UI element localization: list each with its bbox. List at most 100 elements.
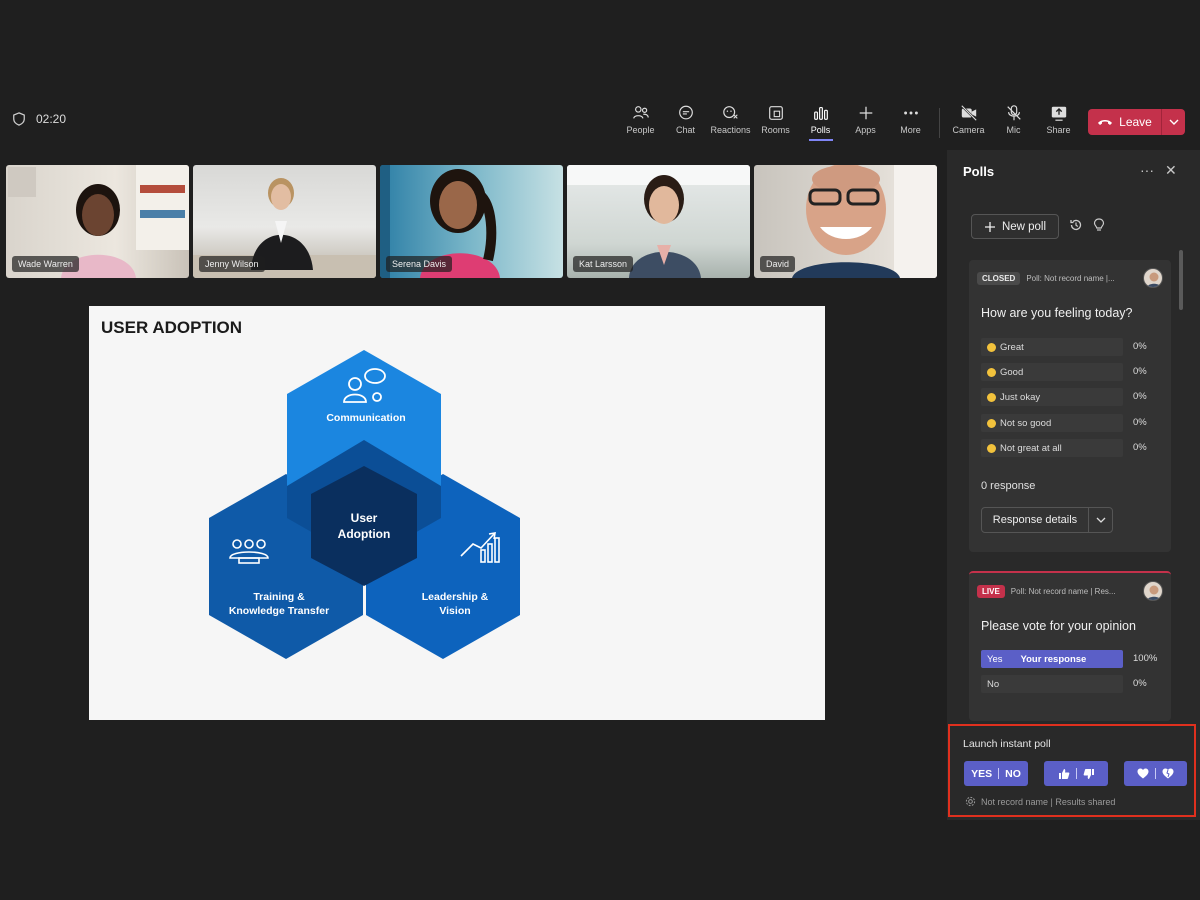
participant-name: Jenny Wilson (199, 256, 265, 272)
camera-button[interactable]: Camera (946, 104, 991, 141)
response-details-dropdown[interactable] (1088, 508, 1112, 532)
lightbulb-icon[interactable] (1093, 218, 1105, 232)
thumbs-poll-button[interactable] (1044, 761, 1108, 786)
participant-name: David (760, 256, 796, 272)
poll-option: Not so good (981, 414, 1123, 432)
response-details-group: Response details (981, 507, 1113, 533)
poll-option-percent: 0% (1133, 341, 1147, 352)
toolbar-divider (939, 108, 940, 138)
close-icon[interactable]: ✕ (1165, 162, 1177, 179)
poll-option-percent: 100% (1133, 653, 1158, 664)
polls-panel: Polls ··· ✕ New poll CLOSED Poll: Not re… (947, 150, 1200, 820)
leadership-label-line2: Vision (439, 605, 470, 617)
poll-option-percent: 0% (1133, 678, 1147, 689)
more-label: More (900, 125, 921, 135)
reactions-button[interactable]: Reactions (708, 104, 753, 141)
people-button[interactable]: People (618, 104, 663, 141)
share-button[interactable]: Share (1036, 104, 1081, 141)
avatar (1143, 268, 1163, 288)
participant-gallery: Wade Warren Jenny Wilson Serena Davis Ka… (6, 165, 937, 278)
status-badge: LIVE (977, 585, 1005, 598)
thumbs-down-icon (1083, 768, 1094, 779)
avatar (1143, 581, 1163, 601)
training-label-line1: Training & (253, 591, 305, 603)
timer-text: 02:20 (36, 112, 67, 126)
mic-button[interactable]: Mic (991, 104, 1036, 141)
mic-label: Mic (1006, 125, 1021, 135)
participant-tile[interactable]: Jenny Wilson (193, 165, 376, 278)
emoji-icon (987, 443, 996, 453)
polls-label: Polls (810, 125, 831, 135)
poll-header: LIVE Poll: Not record name | Res... (977, 585, 1116, 598)
rooms-button[interactable]: Rooms (753, 104, 798, 141)
poll-meta: Poll: Not record name | Res... (1010, 587, 1116, 596)
training-label-line2: Knowledge Transfer (229, 605, 329, 617)
response-count: 0 response (981, 480, 1036, 492)
poll-option-percent: 0% (1133, 442, 1147, 453)
response-details-button[interactable]: Response details (982, 508, 1088, 532)
broken-heart-icon (1162, 768, 1174, 779)
poll-option[interactable]: No (981, 675, 1123, 693)
shared-presentation[interactable]: USER ADOPTION Communication User Adoptio… (89, 306, 825, 720)
participant-tile[interactable]: Serena Davis (380, 165, 563, 278)
emoji-icon (987, 342, 996, 352)
emoji-icon (987, 367, 996, 377)
reactions-icon (722, 106, 738, 119)
people-label: People (626, 125, 655, 135)
camera-off-icon (960, 105, 977, 121)
polls-icon (813, 107, 828, 120)
history-icon[interactable] (1069, 218, 1083, 232)
participant-name: Kat Larsson (573, 256, 634, 272)
poll-option-percent: 0% (1133, 366, 1147, 377)
chat-button[interactable]: Chat (663, 104, 708, 141)
poll-header: CLOSED Poll: Not record name |... (977, 272, 1115, 285)
active-tab-indicator (808, 139, 833, 141)
chat-icon (678, 105, 693, 120)
leave-button-group: Leave (1088, 109, 1185, 135)
more-button[interactable]: More (888, 104, 933, 141)
instant-poll-title: Launch instant poll (963, 738, 1051, 750)
leave-options-button[interactable] (1161, 109, 1185, 135)
participant-name: Wade Warren (12, 256, 79, 272)
phone-hangup-icon (1098, 120, 1113, 125)
hearts-poll-button[interactable] (1124, 761, 1187, 786)
polls-button[interactable]: Polls (798, 104, 843, 141)
more-icon (903, 111, 918, 115)
instant-poll-footer: Not record name | Results shared (981, 796, 1116, 807)
emoji-icon (987, 418, 996, 428)
poll-option-percent: 0% (1133, 417, 1147, 428)
participant-name: Serena Davis (386, 256, 453, 272)
new-poll-label: New poll (1001, 220, 1047, 233)
instant-poll-settings[interactable]: Not record name | Results shared (965, 796, 1115, 807)
adoption-diagram: Communication User Adoption Training & K… (209, 350, 520, 659)
plus-icon (859, 106, 872, 120)
poll-option-selected[interactable]: Yes Your response (981, 650, 1123, 668)
poll-question: How are you feeling today? (981, 306, 1133, 320)
poll-option-percent: 0% (1133, 391, 1147, 402)
panel-title: Polls (963, 164, 995, 179)
heart-icon (1137, 768, 1149, 779)
yes-no-poll-button[interactable]: YES NO (964, 761, 1028, 786)
participant-tile[interactable]: Kat Larsson (567, 165, 750, 278)
chevron-down-icon (1096, 517, 1105, 523)
gear-icon (965, 796, 976, 807)
leave-button[interactable]: Leave (1088, 109, 1161, 135)
more-options-icon[interactable]: ··· (1140, 162, 1154, 178)
status-badge: CLOSED (977, 272, 1021, 285)
leadership-label-line1: Leadership & (422, 591, 489, 603)
meeting-top-bar: 02:20 People Chat Reactions Rooms Polls (0, 100, 1200, 146)
center-label-line2: Adoption (338, 527, 391, 541)
scrollbar[interactable] (1179, 250, 1183, 310)
leave-label: Leave (1119, 115, 1152, 129)
participant-tile[interactable]: Wade Warren (6, 165, 189, 278)
mic-off-icon (1006, 105, 1021, 121)
apps-label: Apps (855, 125, 876, 135)
chat-label: Chat (675, 125, 695, 135)
poll-meta: Poll: Not record name |... (1026, 274, 1115, 283)
center-label-line1: User (351, 511, 378, 525)
apps-button[interactable]: Apps (843, 104, 888, 141)
share-icon (1051, 106, 1066, 121)
new-poll-button[interactable]: New poll (971, 214, 1059, 239)
poll-question: Please vote for your opinion (981, 619, 1136, 633)
participant-tile[interactable]: David (754, 165, 937, 278)
